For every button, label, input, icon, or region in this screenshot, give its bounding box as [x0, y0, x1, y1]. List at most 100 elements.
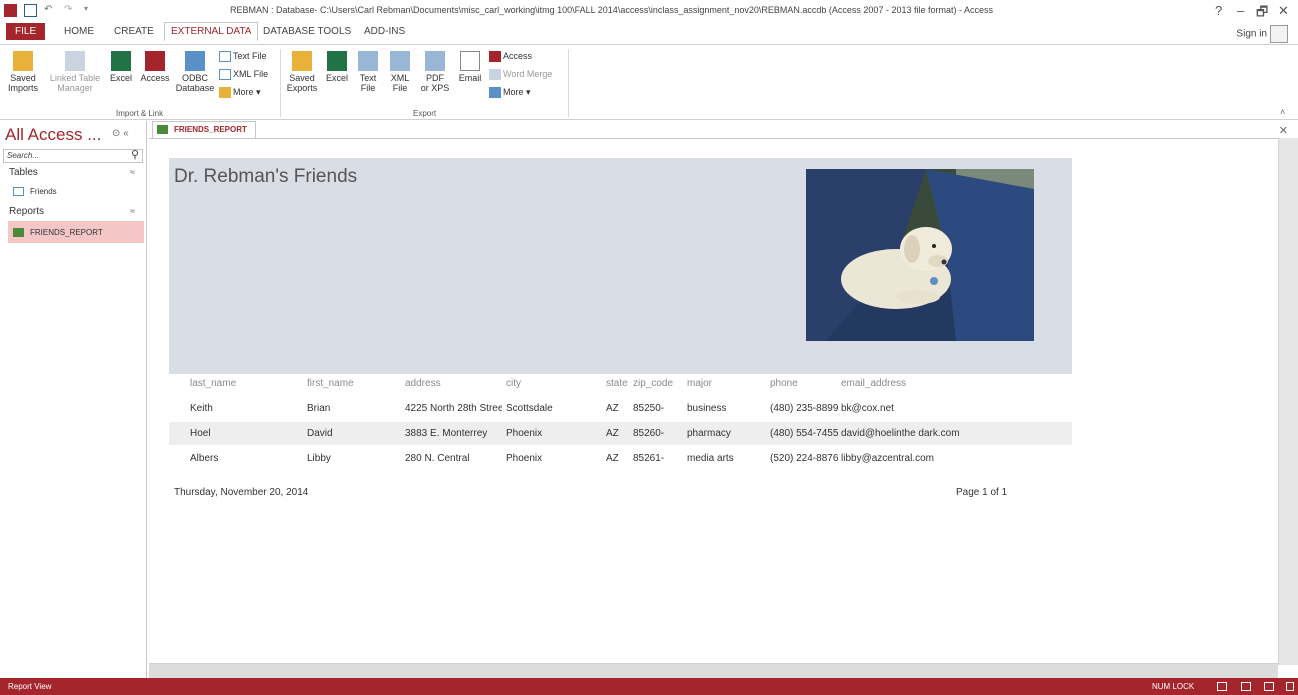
odbc-database-button[interactable]: ODBC Database: [174, 51, 216, 93]
saved-exports-icon: [292, 51, 312, 71]
cell-last-name: Hoel: [190, 428, 211, 439]
import-more-button[interactable]: More ▾: [219, 87, 261, 99]
cell-address: 3883 E. Monterrey: [405, 428, 488, 439]
design-view-icon[interactable]: [1286, 682, 1294, 691]
import-access-button[interactable]: Access: [137, 51, 173, 83]
export-text-file-button[interactable]: Text File: [354, 51, 382, 93]
export-excel-button[interactable]: Excel: [322, 51, 352, 83]
tab-home[interactable]: HOME: [64, 26, 94, 37]
help-button[interactable]: ?: [1215, 3, 1222, 18]
report-view-icon[interactable]: [1217, 682, 1227, 691]
close-button[interactable]: ✕: [1278, 3, 1289, 19]
vertical-scrollbar[interactable]: [1278, 138, 1298, 665]
customize-qat-icon[interactable]: ▾: [84, 4, 97, 17]
export-group-label: Export: [413, 109, 437, 118]
column-header: major: [687, 378, 713, 389]
collapse-ribbon-icon[interactable]: ˄: [1280, 107, 1285, 117]
sign-in-label[interactable]: Sign in: [1236, 29, 1267, 40]
search-icon[interactable]: ⚲: [131, 148, 139, 161]
cell-phone: (480) 554-7455: [770, 428, 838, 439]
cell-first-name: Libby: [307, 453, 331, 464]
cell-email: libby@azcentral.com: [841, 453, 934, 464]
export-pdf-button[interactable]: PDF or XPS: [416, 51, 454, 93]
minimize-button[interactable]: –: [1237, 3, 1244, 18]
save-icon[interactable]: [24, 4, 37, 17]
import-text-file-button[interactable]: Text File: [219, 51, 267, 63]
export-more-label: More ▾: [503, 87, 531, 97]
export-more-button[interactable]: More ▾: [489, 87, 531, 99]
cell-email: david@hoelinthe dark.com: [841, 428, 960, 439]
linked-table-label-2: Manager: [57, 83, 93, 93]
cell-zip-code: 85250-: [633, 403, 665, 414]
undo-icon[interactable]: ↶: [44, 4, 57, 17]
email-button[interactable]: Email: [455, 51, 485, 83]
nav-item-friends[interactable]: Friends: [13, 187, 57, 197]
saved-exports-button[interactable]: Saved Exports: [284, 51, 320, 93]
saved-imports-button[interactable]: Saved Imports: [4, 51, 42, 93]
linked-table-label-1: Linked Table: [49, 73, 101, 83]
export-excel-icon: [327, 51, 347, 71]
tab-create[interactable]: CREATE: [114, 26, 154, 37]
nav-item-label: FRIENDS_REPORT: [30, 228, 103, 237]
nav-menu-icon[interactable]: ⊙: [112, 128, 120, 139]
word-merge-button[interactable]: Word Merge: [489, 69, 553, 81]
shutter-bar-close-icon[interactable]: «: [123, 128, 129, 139]
import-excel-button[interactable]: Excel: [106, 51, 136, 83]
nav-item-label: Friends: [30, 187, 57, 196]
saved-exports-label-1: Saved: [289, 73, 315, 83]
document-tab-friends-report[interactable]: FRIENDS_REPORT: [152, 121, 256, 138]
tab-external-data[interactable]: EXTERNAL DATA: [164, 22, 259, 41]
ribbon-tabs: FILE HOME CREATE EXTERNAL DATA DATABASE …: [0, 22, 1298, 44]
import-text-file-label: Text File: [233, 51, 267, 61]
tab-database-tools[interactable]: DATABASE TOOLS: [263, 26, 351, 37]
chevron-up-icon[interactable]: ≈: [130, 167, 135, 177]
excel-icon: [111, 51, 131, 71]
avatar[interactable]: [1270, 25, 1288, 43]
cell-state: AZ: [606, 428, 619, 439]
word-merge-label: Word Merge: [503, 69, 553, 79]
nav-group-tables[interactable]: Tables ≈: [9, 167, 135, 178]
export-xml-file-button[interactable]: XML File: [386, 51, 414, 93]
nav-group-reports[interactable]: Reports ≈: [9, 206, 135, 217]
cell-zip-code: 85260-: [633, 428, 665, 439]
redo-icon[interactable]: ↷: [64, 4, 77, 17]
export-xml-label-2: File: [392, 83, 408, 93]
nav-group-label: Reports: [9, 206, 45, 217]
saved-imports-label-2: Imports: [7, 83, 38, 93]
status-view-label: Report View: [8, 682, 52, 691]
column-header: address: [405, 378, 441, 389]
sign-in[interactable]: Sign in: [1236, 25, 1288, 43]
export-access-label: Access: [503, 51, 533, 61]
nav-item-friends-report[interactable]: FRIENDS_REPORT: [13, 228, 103, 238]
linked-table-manager-button[interactable]: Linked Table Manager: [46, 51, 104, 93]
table-row: Albers Libby 280 N. Central Phoenix AZ 8…: [169, 447, 1072, 470]
status-bar: Report View NUM LOCK: [0, 678, 1298, 695]
export-access-button[interactable]: Access: [489, 51, 533, 63]
close-document-icon[interactable]: ✕: [1279, 124, 1288, 137]
cell-first-name: Brian: [307, 403, 331, 414]
nav-search-input[interactable]: Search... ⚲: [3, 149, 143, 163]
tab-add-ins[interactable]: ADD-INS: [364, 26, 405, 37]
word-merge-icon: [489, 69, 501, 81]
access-icon: [145, 51, 165, 71]
cell-city: Phoenix: [506, 428, 543, 439]
table-row: Hoel David 3883 E. Monterrey Phoenix AZ …: [169, 422, 1072, 445]
cell-first-name: David: [307, 428, 333, 439]
import-more-label: More ▾: [233, 87, 261, 97]
print-preview-icon[interactable]: [1241, 682, 1251, 691]
column-header: first_name: [307, 378, 354, 389]
horizontal-scrollbar[interactable]: [149, 663, 1278, 678]
tab-file[interactable]: FILE: [6, 23, 46, 40]
num-lock-indicator: NUM LOCK: [1152, 682, 1195, 691]
nav-pane-header[interactable]: All Access ...: [5, 125, 101, 145]
column-header: last_name: [190, 378, 237, 389]
chevron-up-icon[interactable]: ≈: [130, 206, 135, 216]
nav-search-placeholder: Search...: [7, 151, 40, 160]
title-bar: ↶ ↷ ▾ REBMAN : Database- C:\Users\Carl R…: [0, 0, 1298, 22]
import-xml-file-button[interactable]: XML File: [219, 69, 268, 81]
layout-view-icon[interactable]: [1264, 682, 1274, 691]
navigation-pane: All Access ... ⊙ « Search... ⚲ Tables ≈ Fr…: [0, 121, 147, 678]
cell-email: bk@cox.net: [841, 403, 894, 414]
cell-major: pharmacy: [687, 428, 731, 439]
cell-last-name: Keith: [190, 403, 213, 414]
